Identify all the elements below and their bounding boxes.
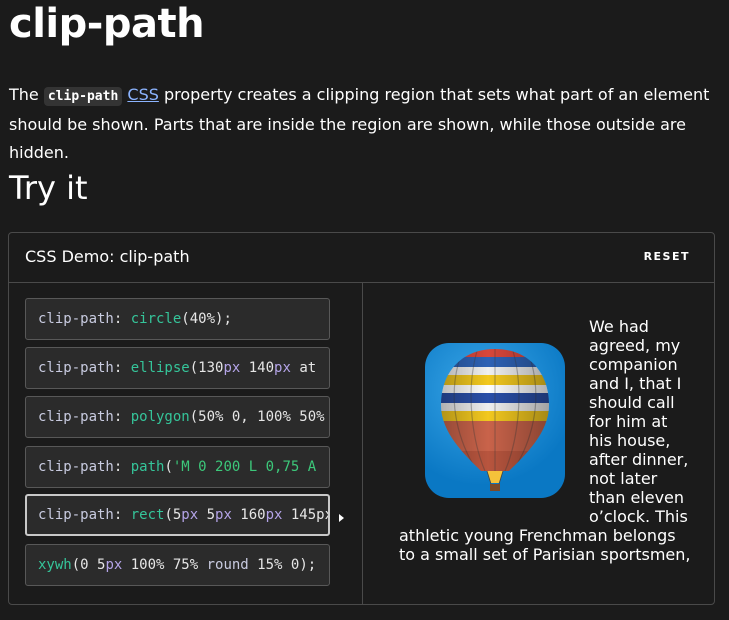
code-token: clip-path [38,459,114,475]
code-token: clip-path [38,360,114,376]
code-token: px [274,360,291,376]
code-token: (50% 0, 100% 50% [189,409,325,425]
intro-paragraph: The clip-path CSS property creates a cli… [9,81,724,167]
example-choice-path[interactable]: clip-path: path('M 0 200 L 0,75 A [25,446,330,488]
code-token: : [113,360,131,376]
code-token: px [105,557,123,573]
example-choice-ellipse[interactable]: clip-path: ellipse(130px 140px at [25,347,330,389]
code-token: (5 [164,507,182,523]
code-token: polygon [130,409,190,425]
demo-title: CSS Demo: clip-path [25,247,190,266]
example-choice-polygon[interactable]: clip-path: polygon(50% 0, 100% 50% [25,396,330,438]
code-token: 'M 0 200 L 0,75 A [172,459,317,475]
example-choice-circle[interactable]: clip-path: circle(40%); [25,298,330,340]
code-token: clip-path [38,507,114,523]
code-token: (130 [189,360,224,376]
caret-right-icon [339,514,344,522]
float-spacer [399,317,589,526]
code-token: at [290,360,317,376]
output-pane: We had agreed, my companion and I, that … [363,283,714,604]
code-token: 160 [231,507,266,523]
code-token: ( [164,459,173,475]
css-link[interactable]: CSS [127,85,158,104]
code-token: 5 [198,507,216,523]
example-choice-rect[interactable]: clip-path: rect(5px 5px 160px 145px [25,494,330,536]
example-choices-pane: clip-path: circle(40%); clip-path: ellip… [9,283,363,604]
code-token: 140 [240,360,275,376]
code-token: path [130,459,165,475]
code-token: (0 5 [71,557,106,573]
example-choice-xywh[interactable]: xywh(0 5px 100% 75% round 15% 0); [25,544,330,586]
clip-path-code: clip-path [43,87,123,106]
sample-paragraph: We had agreed, my companion and I, that … [399,317,693,564]
code-token: clip-path [38,311,114,327]
code-token: px [215,507,232,523]
code-token: rect [130,507,165,523]
interactive-demo: CSS Demo: clip-path RESET clip-path: cir… [8,232,715,605]
code-token: : [113,507,131,523]
code-token: px [265,507,283,523]
intro-text-before: The [9,85,44,104]
code-token: round [206,557,249,573]
code-token: (40%); [181,311,232,327]
code-token: : [113,311,131,327]
code-token: : [113,459,131,475]
try-it-heading: Try it [9,169,88,207]
code-token: 15% 0); [248,557,317,573]
code-token: 100% 75% [122,557,207,573]
reset-button[interactable]: RESET [644,250,690,263]
code-token: circle [130,311,182,327]
code-token: px [223,360,241,376]
code-token: ellipse [130,360,190,376]
code-token: xywh [38,557,72,573]
code-token: px [181,507,199,523]
code-token: : [113,409,131,425]
demo-header: CSS Demo: clip-path RESET [9,233,714,283]
code-token: clip-path [38,409,114,425]
page-title: clip-path [9,1,205,47]
code-token: 145px [282,507,330,523]
